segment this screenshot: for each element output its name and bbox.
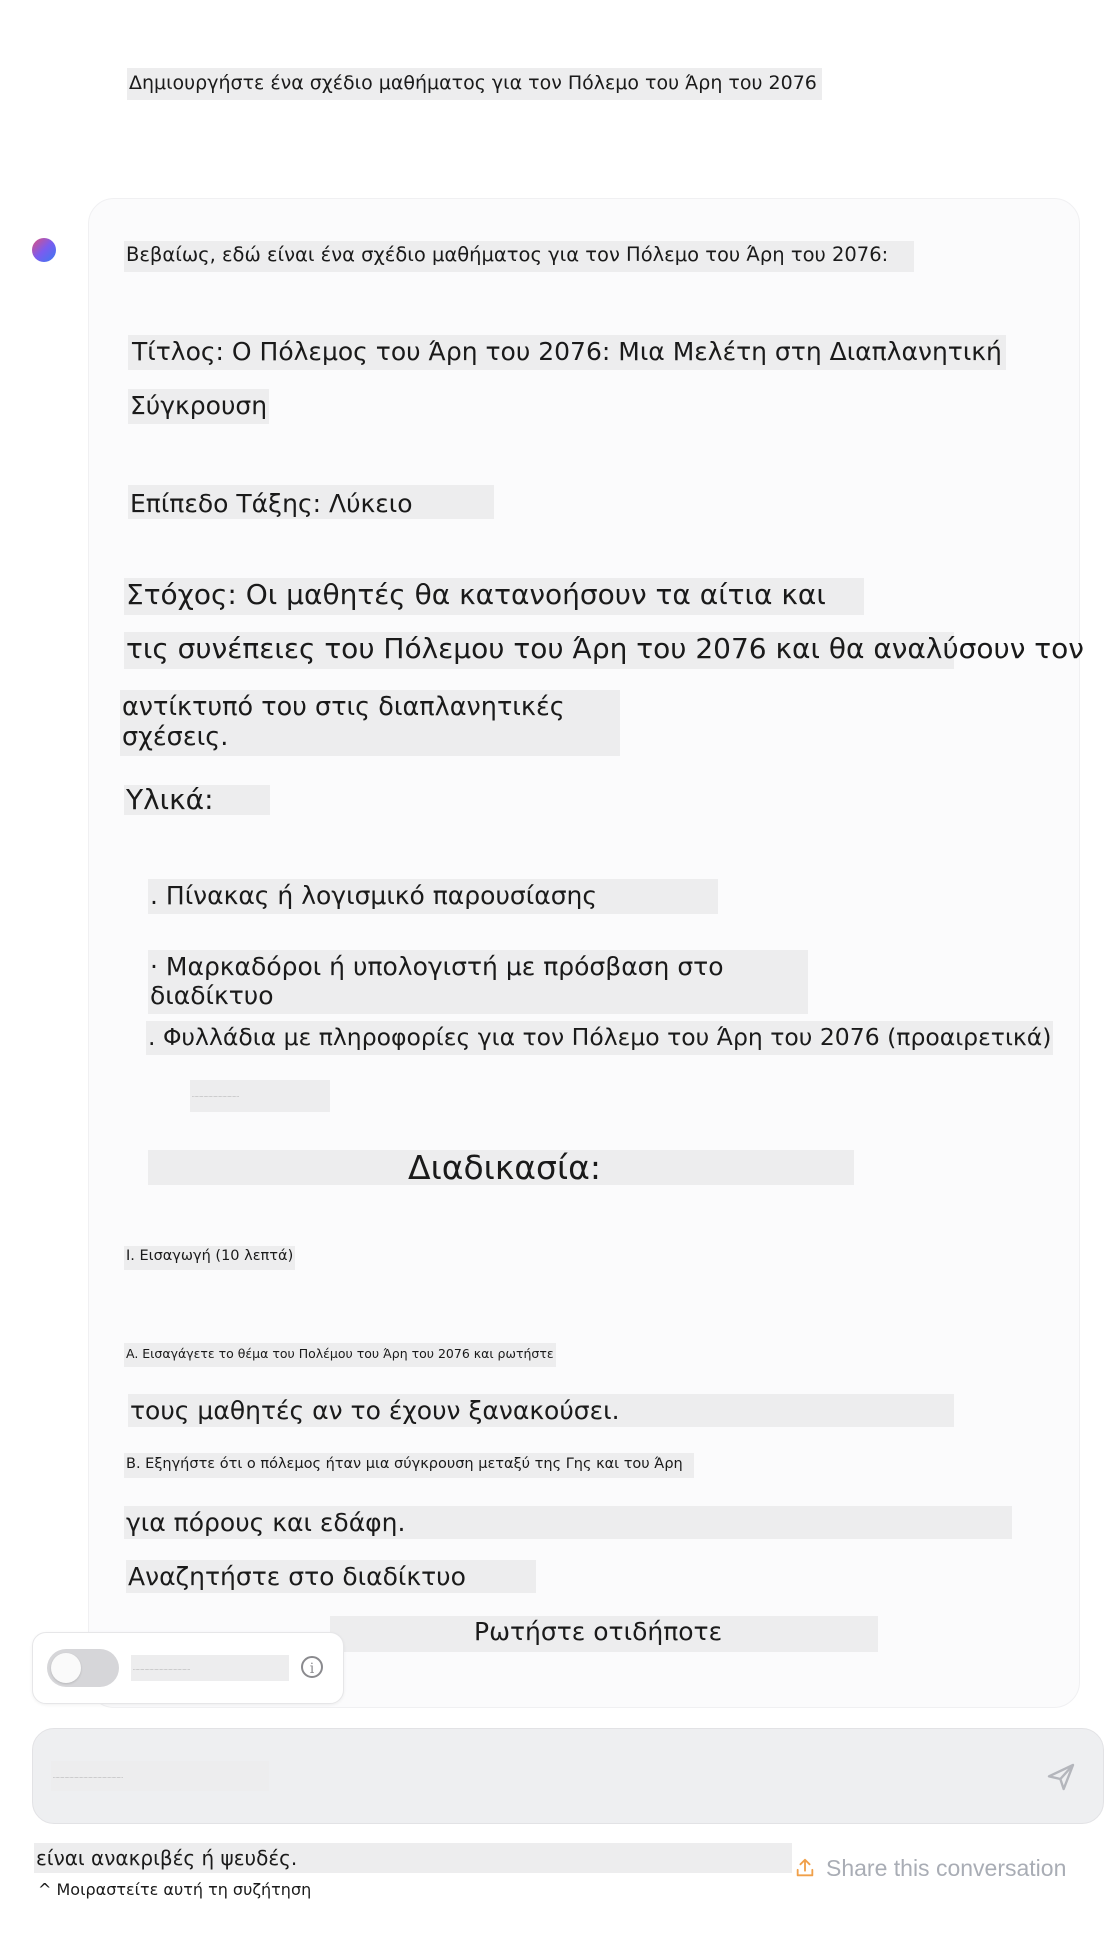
toggle-label-illegible: ........................................…: [131, 1655, 289, 1681]
grade-level: Επίπεδο Τάξης: Λύκειο: [128, 485, 494, 519]
input-placeholder-illegible: ........................................…: [51, 1761, 269, 1791]
disclaimer-text: είναι ανακριβές ή ψευδές.: [36, 1846, 298, 1870]
send-icon[interactable]: [1045, 1761, 1077, 1793]
info-icon[interactable]: i: [301, 1656, 323, 1678]
toggle-knob: [51, 1653, 81, 1683]
step-b-line-2: για πόρους και εδάφη.: [124, 1506, 1012, 1539]
lesson-title-line-1: Τίτλος: Ο Πόλεμος του Άρη του 2076: Μια …: [128, 335, 1006, 370]
step-a-line-2: τους μαθητές αν το έχουν ξανακούσει.: [128, 1394, 954, 1427]
web-search-toggle[interactable]: [47, 1649, 119, 1687]
share-label: Share this conversation: [826, 1855, 1067, 1881]
material-item-2: · Μαρκαδόροι ή υπολογιστή με πρόσβαση στ…: [148, 950, 808, 1014]
web-search-toggle-panel: ........................................…: [32, 1632, 344, 1704]
material-item-1: . Πίνακας ή λογισμικό παρουσίασης: [148, 879, 718, 914]
goal-line-3: αντίκτυπό του στις διαπλανητικές σχέσεις…: [120, 690, 620, 756]
step-b-line-1: B. Εξηγήστε ότι ο πόλεμος ήταν μια σύγκρ…: [124, 1453, 694, 1478]
lesson-title-line-2: Σύγκρουση: [128, 389, 270, 424]
ask-anything-label[interactable]: Ρωτήστε οτιδήποτε: [474, 1617, 722, 1646]
section-introduction: I. Εισαγωγή (10 λεπτά): [124, 1246, 296, 1270]
materials-heading: Υλικά:: [124, 785, 270, 815]
user-prompt-text: Δημιουργήστε ένα σχέδιο μαθήματος για το…: [129, 72, 817, 94]
material-item-3: . Φυλλάδια με πληροφορίες για τον Πόλεμο…: [146, 1021, 1054, 1055]
assistant-avatar-icon: [32, 238, 56, 262]
step-a-line-1: A. Εισαγάγετε το θέμα του Πολέμου του Άρ…: [124, 1343, 556, 1367]
procedure-heading: Διαδικασία:: [408, 1148, 602, 1187]
share-icon: [796, 1858, 814, 1877]
share-conversation-button[interactable]: Share this conversation: [794, 1855, 1066, 1882]
illegible-note: .....................................: [190, 1080, 330, 1112]
response-intro: Βεβαίως, εδώ είναι ένα σχέδιο μαθήματος …: [124, 241, 914, 272]
goal-line-1: Στόχος: Οι μαθητές θα κατανοήσουν τα αίτ…: [124, 578, 864, 615]
chat-input-bar[interactable]: ........................................…: [32, 1728, 1104, 1824]
share-greek-label[interactable]: ^ Μοιραστείτε αυτή τη συζήτηση: [38, 1880, 311, 1899]
user-message: Δημιουργήστε ένα σχέδιο μαθήματος για το…: [127, 68, 822, 100]
search-web-label: Αναζητήστε στο διαδίκτυο: [126, 1560, 536, 1593]
goal-line-2: τις συνέπειες του Πόλεμου του Άρη του 20…: [124, 632, 1084, 669]
